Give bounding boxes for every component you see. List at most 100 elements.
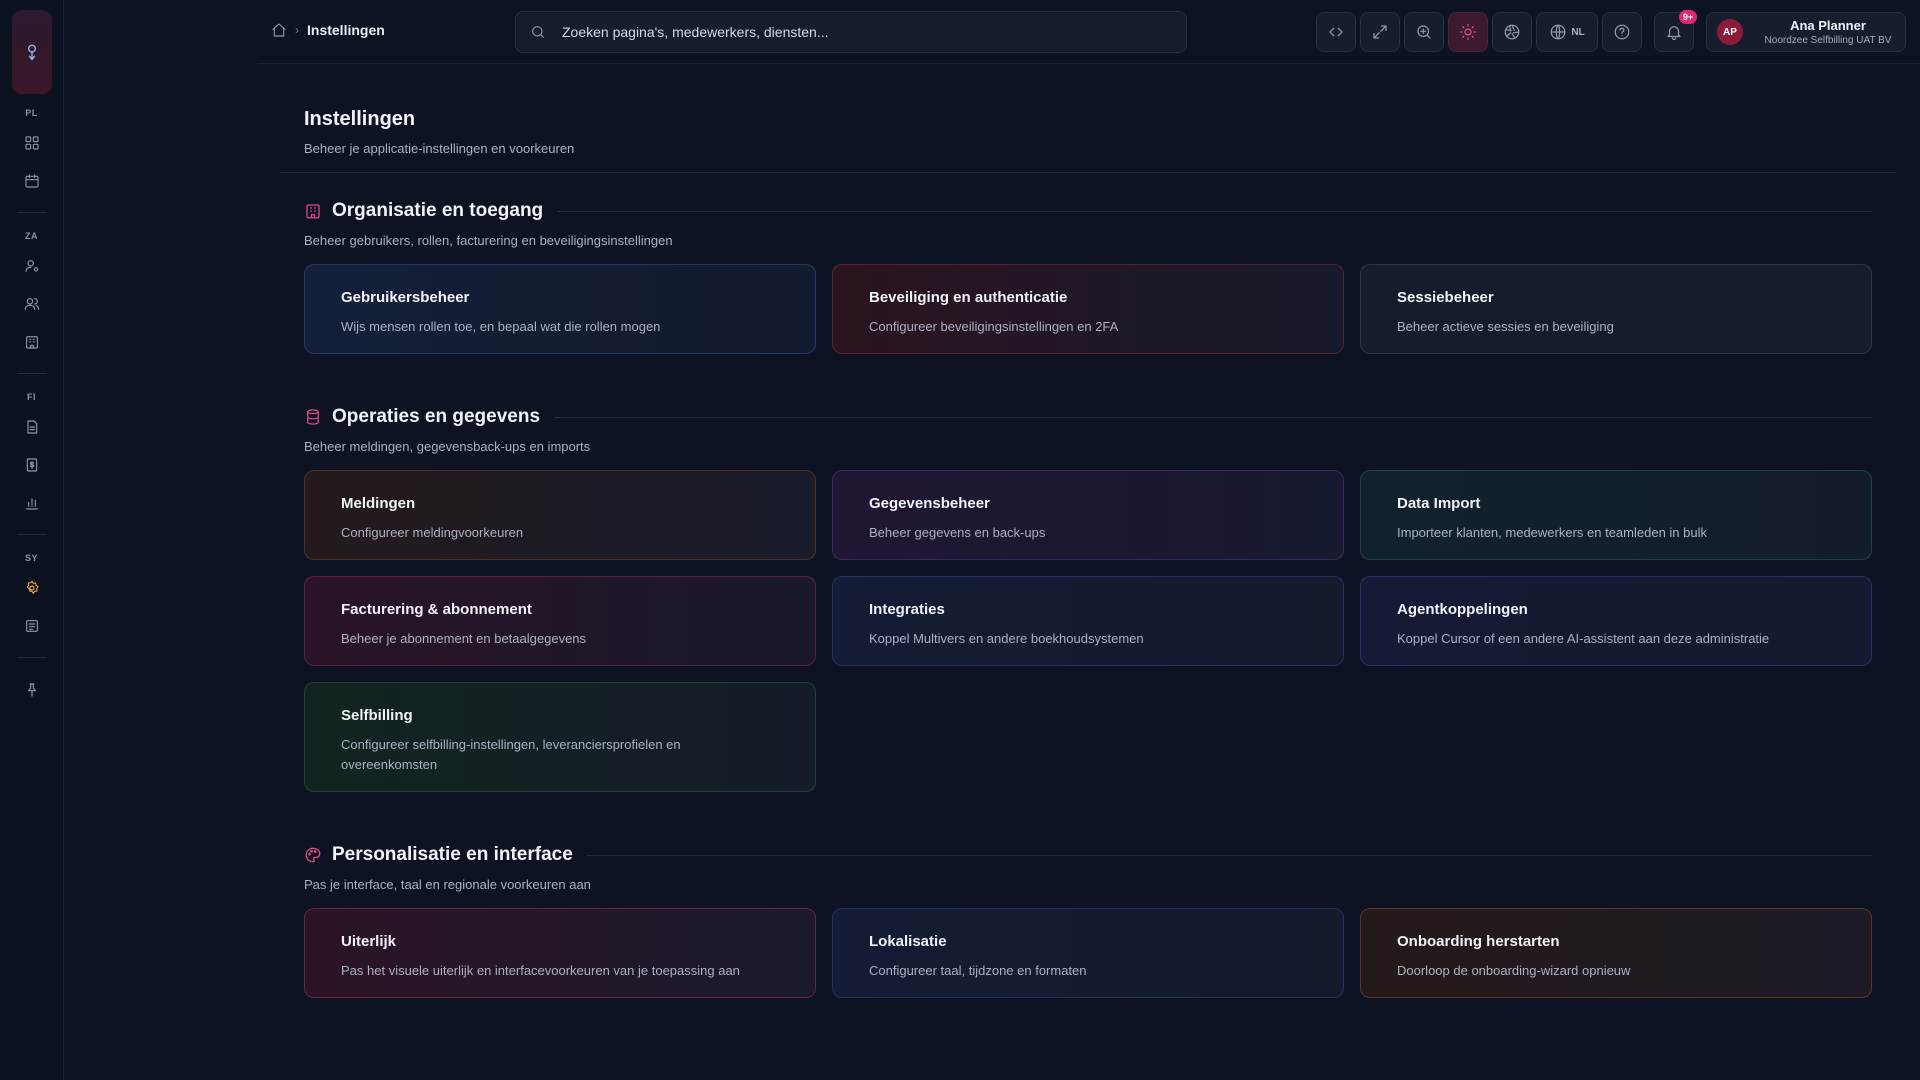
card-localisation[interactable]: Lokalisatie Configureer taal, tijdzone e… [832, 908, 1344, 998]
card-user-management[interactable]: Gebruikersbeheer Wijs mensen rollen toe,… [304, 264, 816, 354]
sidebar-divider [16, 534, 47, 535]
card-description: Pas het visuele uiterlijk en interfacevo… [341, 963, 740, 978]
card-title: Meldingen [341, 495, 416, 512]
user-name: Ana Planner [1790, 18, 1866, 33]
card-title: Sessiebeheer [1397, 289, 1494, 306]
user-menu[interactable]: AP Ana Planner Noordzee Selfbilling UAT … [1706, 12, 1906, 52]
card-title: Agentkoppelingen [1397, 601, 1528, 618]
logo-icon [27, 44, 36, 61]
card-title: Facturering & abonnement [341, 601, 532, 618]
section-divider [554, 416, 1872, 418]
user-info: Ana Planner Noordzee Selfbilling UAT BV [1751, 18, 1905, 46]
sidebar: PL ZA FI SY [0, 0, 64, 1080]
zoom-button[interactable] [1404, 12, 1444, 52]
card-description: Beheer gegevens en back-ups [869, 525, 1046, 540]
color-scheme-button[interactable] [1492, 12, 1532, 52]
card-session-management[interactable]: Sessiebeheer Beheer actieve sessies en b… [1360, 264, 1872, 354]
app-logo[interactable] [11, 10, 52, 94]
card-description: Beheer je abonnement en betaalgegevens [341, 631, 587, 646]
sidebar-group-label: SY [24, 553, 38, 563]
pin-icon [27, 683, 36, 697]
card-billing-subscription[interactable]: Facturering & abonnement Beheer je abonn… [304, 576, 816, 666]
sidebar-item-documents[interactable] [16, 411, 48, 443]
expand-icon [1373, 25, 1387, 39]
card-description: Koppel Multivers en andere boekhoudsyste… [869, 631, 1144, 646]
section-divider [586, 854, 1872, 856]
avatar: AP [1717, 19, 1743, 45]
theme-toggle-button[interactable] [1448, 12, 1488, 52]
chevron-right-icon: › [295, 23, 299, 37]
card-title: Gebruikersbeheer [341, 289, 470, 306]
sidebar-item-dashboard[interactable] [16, 127, 48, 159]
collapse-sidebar-button[interactable] [1316, 12, 1356, 52]
sidebar-item-building[interactable] [16, 326, 48, 358]
page-header: Instellingen Beheer je applicatie-instel… [304, 108, 574, 156]
sun-icon [1459, 23, 1477, 41]
bell-icon [1667, 26, 1681, 41]
language-code: NL [1571, 26, 1585, 38]
sidebar-item-users[interactable] [16, 288, 48, 320]
card-title: Selfbilling [341, 707, 413, 724]
home-icon[interactable] [271, 22, 287, 38]
card-title: Beveiliging en authenticatie [869, 289, 1068, 306]
section-divider [557, 210, 1872, 212]
section-organisation-access: Organisatie en toegang Beheer gebruikers… [304, 199, 1872, 354]
card-data-import[interactable]: Data Import Importeer klanten, medewerke… [1360, 470, 1872, 560]
database-icon [307, 409, 319, 425]
topbar: › Instellingen NL 9+ AP Ana Planner Noor… [257, 0, 1920, 64]
section-subtitle: Beheer meldingen, gegevensback-ups en im… [304, 439, 591, 454]
card-description: Configureer selfbilling-instellingen, le… [341, 737, 681, 772]
pin-sidebar-button[interactable] [16, 674, 48, 706]
card-description: Wijs mensen rollen toe, en bepaal wat di… [341, 319, 661, 334]
page-title: Instellingen [304, 108, 416, 130]
card-integrations[interactable]: Integraties Koppel Multivers en andere b… [832, 576, 1344, 666]
sidebar-item-user-settings[interactable] [16, 250, 48, 282]
card-title: Onboarding herstarten [1397, 933, 1560, 950]
notifications-button[interactable]: 9+ [1654, 10, 1697, 52]
card-selfbilling[interactable]: Selfbilling Configureer selfbilling-inst… [304, 682, 816, 792]
card-security-authentication[interactable]: Beveiliging en authenticatie Configureer… [832, 264, 1344, 354]
building-icon [25, 336, 38, 349]
sidebar-item-invoices[interactable] [16, 449, 48, 481]
card-restart-onboarding[interactable]: Onboarding herstarten Doorloop de onboar… [1360, 908, 1872, 998]
card-description: Importeer klanten, medewerkers en teamle… [1397, 525, 1707, 540]
section-title: Personalisatie en interface [332, 844, 573, 865]
zoom-in-icon [1417, 25, 1431, 39]
sidebar-item-settings[interactable] [16, 572, 48, 604]
user-organization: Noordzee Selfbilling UAT BV [1764, 35, 1892, 46]
settings-icon [26, 580, 39, 594]
search-icon [532, 26, 544, 38]
search-bar[interactable] [515, 11, 1187, 53]
breadcrumb: › Instellingen [271, 22, 385, 38]
card-title: Gegevensbeheer [869, 495, 990, 512]
dashboard-icon [24, 136, 39, 150]
fullscreen-button[interactable] [1360, 12, 1400, 52]
card-appearance[interactable]: Uiterlijk Pas het visuele uiterlijk en i… [304, 908, 816, 998]
sidebar-item-calendar[interactable] [16, 165, 48, 197]
card-title: Uiterlijk [341, 933, 397, 950]
card-description: Configureer meldingvoorkeuren [341, 525, 524, 540]
card-title: Data Import [1397, 495, 1481, 512]
card-notifications[interactable]: Meldingen Configureer meldingvoorkeuren [304, 470, 816, 560]
card-description: Configureer taal, tijdzone en formaten [869, 963, 1087, 978]
calendar-icon [24, 174, 39, 188]
collapse-icon [1329, 27, 1343, 37]
search-input[interactable] [562, 24, 1122, 40]
section-operations-data: Operaties en gegevens Beheer meldingen, … [304, 405, 1872, 792]
aperture-icon [1504, 24, 1520, 40]
document-icon [26, 420, 37, 434]
language-selector[interactable]: NL [1536, 12, 1598, 52]
sidebar-item-reports[interactable] [16, 487, 48, 519]
card-title: Integraties [869, 601, 945, 618]
globe-icon [1550, 24, 1566, 40]
card-description: Doorloop de onboarding-wizard opnieuw [1397, 963, 1631, 978]
sidebar-group-label: FI [27, 392, 36, 402]
help-button[interactable] [1602, 12, 1642, 52]
sidebar-item-logs[interactable] [16, 610, 48, 642]
card-description: Koppel Cursor of een andere AI-assistent… [1397, 631, 1770, 646]
card-agent-connections[interactable]: Agentkoppelingen Koppel Cursor of een an… [1360, 576, 1872, 666]
card-data-management[interactable]: Gegevensbeheer Beheer gegevens en back-u… [832, 470, 1344, 560]
invoice-icon [26, 458, 37, 472]
section-personalisation-interface: Personalisatie en interface Pas je inter… [304, 843, 1872, 998]
card-title: Lokalisatie [869, 933, 947, 950]
